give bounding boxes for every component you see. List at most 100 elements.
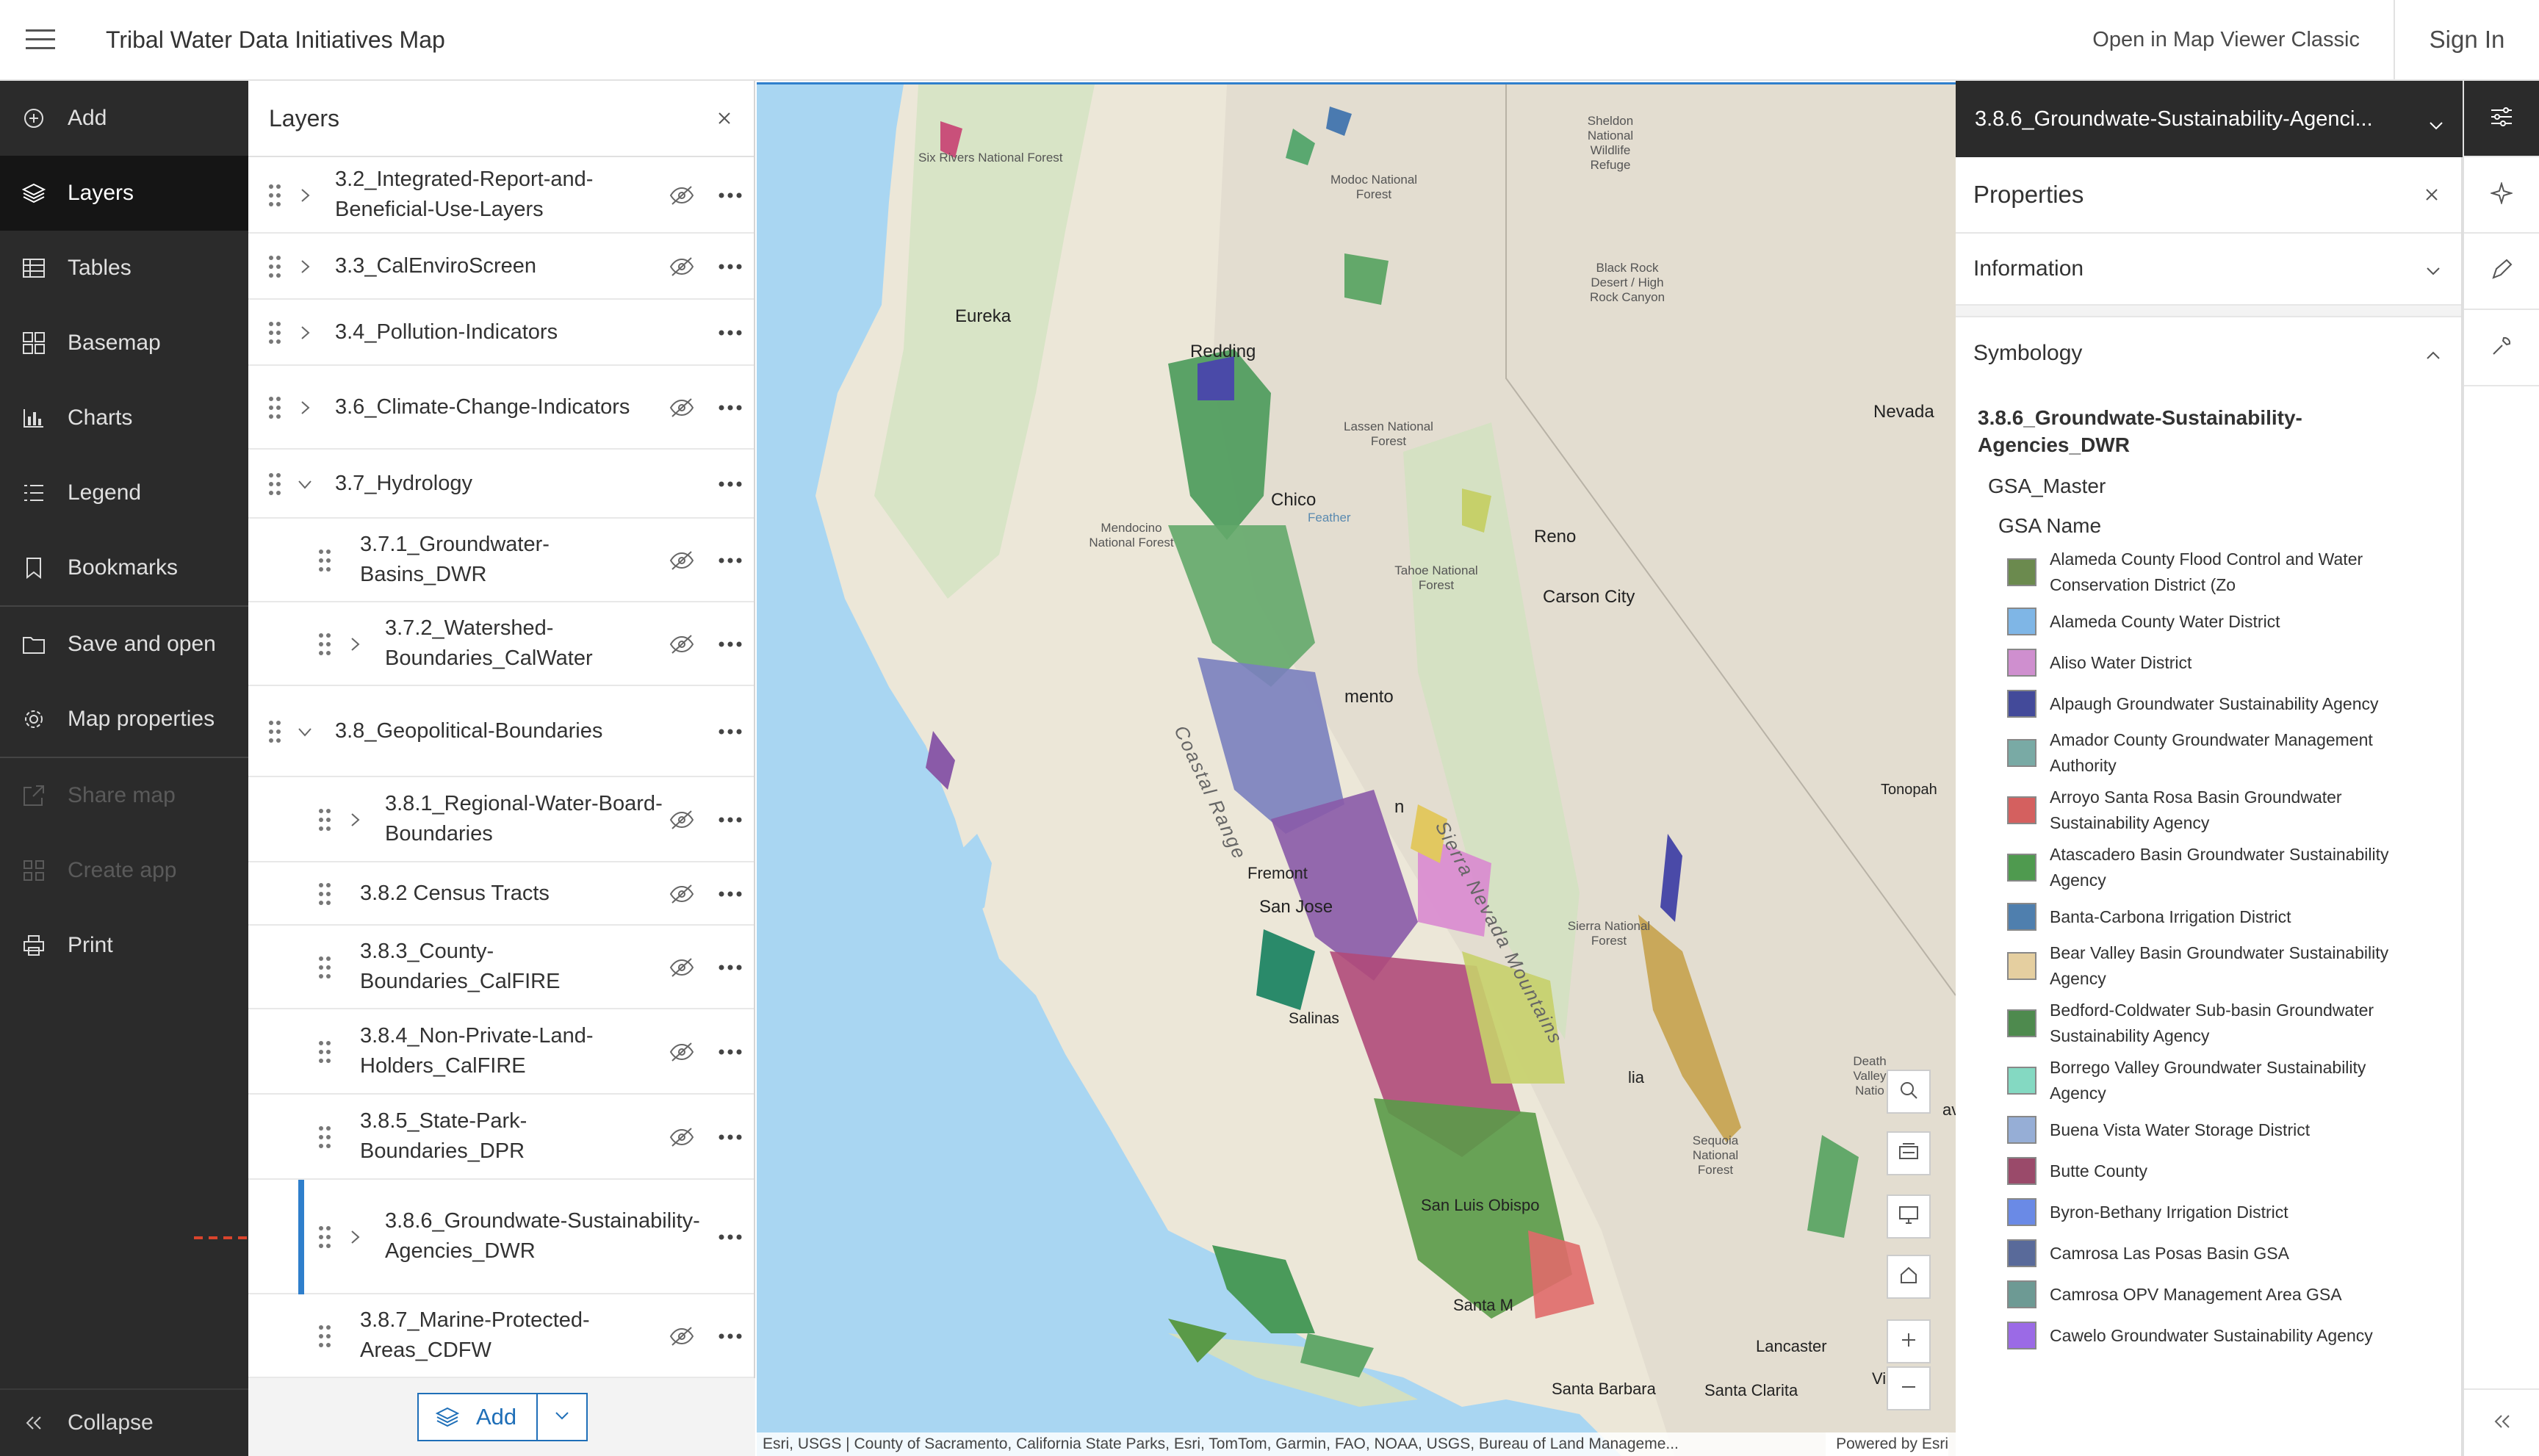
layer-row[interactable]: 3.8_Geopolitical-Boundaries <box>248 686 754 777</box>
symbology-item[interactable]: Bear Valley Basin Groundwater Sustainabi… <box>1956 937 2461 995</box>
symbology-item[interactable]: Buena Vista Water Storage District <box>1956 1109 2461 1150</box>
visibility-off-icon[interactable] <box>669 883 695 905</box>
visibility-off-icon[interactable] <box>669 809 695 831</box>
layer-row[interactable]: 3.7.1_Groundwater-Basins_DWR <box>248 519 754 602</box>
action-map-properties[interactable]: Map properties <box>0 682 248 757</box>
symbology-item[interactable]: Arroyo Santa Rosa Basin Groundwater Sust… <box>1956 782 2461 839</box>
color-swatch[interactable] <box>2007 1157 2036 1185</box>
drag-handle-icon[interactable] <box>317 547 332 574</box>
drag-handle-icon[interactable] <box>317 881 332 907</box>
chevron-right-icon[interactable] <box>347 1229 363 1245</box>
color-swatch[interactable] <box>2007 903 2036 931</box>
symbology-item[interactable]: Byron-Bethany Irrigation District <box>1956 1192 2461 1233</box>
drag-handle-icon[interactable] <box>267 394 282 421</box>
visibility-off-icon[interactable] <box>669 956 695 979</box>
color-swatch[interactable] <box>2007 608 2036 635</box>
chevron-down-icon[interactable] <box>297 476 313 492</box>
open-classic-link[interactable]: Open in Map Viewer Classic <box>2059 0 2394 80</box>
visibility-off-icon[interactable] <box>669 1126 695 1148</box>
chevron-right-icon[interactable] <box>297 259 313 275</box>
symbology-item[interactable]: Camrosa OPV Management Area GSA <box>1956 1274 2461 1315</box>
visibility-off-icon[interactable] <box>669 633 695 655</box>
information-section[interactable]: Information <box>1956 234 2461 306</box>
color-swatch[interactable] <box>2007 649 2036 677</box>
action-save-open[interactable]: Save and open <box>0 607 248 682</box>
chevron-down-icon[interactable] <box>297 724 313 740</box>
action-layers[interactable]: Layers <box>0 156 248 231</box>
chevron-right-icon[interactable] <box>297 187 313 203</box>
more-options-icon[interactable] <box>716 191 745 200</box>
more-options-icon[interactable] <box>716 1133 745 1142</box>
home-button[interactable] <box>1887 1255 1931 1299</box>
drag-handle-icon[interactable] <box>267 182 282 209</box>
more-options-icon[interactable] <box>716 403 745 412</box>
symbology-item[interactable]: Borrego Valley Groundwater Sustainabilit… <box>1956 1052 2461 1109</box>
more-options-icon[interactable] <box>716 890 745 898</box>
layer-selector-dropdown[interactable]: 3.8.6_Groundwate-Sustainability-Agenci..… <box>1956 81 2463 157</box>
layer-row[interactable]: 3.8.7_Marine-Protected-Areas_CDFW <box>248 1294 754 1378</box>
drag-handle-icon[interactable] <box>317 1323 332 1349</box>
more-options-icon[interactable] <box>716 815 745 824</box>
effects-tool-button[interactable] <box>2464 157 2539 234</box>
color-swatch[interactable] <box>2007 854 2036 882</box>
color-swatch[interactable] <box>2007 1239 2036 1267</box>
color-swatch[interactable] <box>2007 796 2036 824</box>
more-options-icon[interactable] <box>716 727 745 736</box>
search-map-button[interactable] <box>1887 1070 1931 1114</box>
action-bookmarks[interactable]: Bookmarks <box>0 530 248 605</box>
sketch-tool-button[interactable] <box>2464 234 2539 310</box>
more-options-icon[interactable] <box>716 262 745 271</box>
chevron-right-icon[interactable] <box>297 400 313 416</box>
collapse-tools-button[interactable] <box>2464 1388 2539 1456</box>
symbology-item[interactable]: Aliso Water District <box>1956 642 2461 683</box>
drag-handle-icon[interactable] <box>267 320 282 346</box>
color-swatch[interactable] <box>2007 1116 2036 1144</box>
close-icon[interactable] <box>2402 187 2461 202</box>
chevron-right-icon[interactable] <box>347 812 363 828</box>
symbology-item[interactable]: Alpaugh Groundwater Sustainability Agenc… <box>1956 683 2461 724</box>
visibility-off-icon[interactable] <box>669 1325 695 1347</box>
symbology-item[interactable]: Atascadero Basin Groundwater Sustainabil… <box>1956 839 2461 896</box>
layer-row[interactable]: 3.7_Hydrology <box>248 450 754 519</box>
color-swatch[interactable] <box>2007 690 2036 718</box>
more-options-icon[interactable] <box>716 1048 745 1056</box>
symbology-item[interactable]: Banta-Carbona Irrigation District <box>1956 896 2461 937</box>
drag-handle-icon[interactable] <box>267 718 282 745</box>
properties-tool-button[interactable] <box>2464 81 2539 157</box>
layer-row[interactable]: 3.3_CalEnviroScreen <box>248 234 754 300</box>
color-swatch[interactable] <box>2007 1067 2036 1095</box>
symbology-item[interactable]: Amador County Groundwater Management Aut… <box>1956 724 2461 782</box>
collapse-button[interactable]: Collapse <box>0 1388 248 1456</box>
more-options-icon[interactable] <box>716 1233 745 1241</box>
chevron-right-icon[interactable] <box>347 636 363 652</box>
visibility-off-icon[interactable] <box>669 256 695 278</box>
sign-in-button[interactable]: Sign In <box>2394 0 2539 80</box>
add-layer-button[interactable]: Add <box>417 1393 538 1441</box>
visibility-off-icon[interactable] <box>669 1041 695 1063</box>
action-print[interactable]: Print <box>0 908 248 983</box>
chevron-right-icon[interactable] <box>297 325 313 341</box>
map-view[interactable]: Six Rivers National Forest Modoc Nationa… <box>757 82 1956 1456</box>
action-tables[interactable]: Tables <box>0 231 248 306</box>
drag-handle-icon[interactable] <box>267 471 282 497</box>
symbology-item[interactable]: Alameda County Flood Control and Water C… <box>1956 544 2461 601</box>
configure-tool-button[interactable] <box>2464 310 2539 386</box>
symbology-item[interactable]: Cawelo Groundwater Sustainability Agency <box>1956 1315 2461 1356</box>
color-swatch[interactable] <box>2007 739 2036 767</box>
action-charts[interactable]: Charts <box>0 381 248 455</box>
symbology-section[interactable]: Symbology <box>1956 317 2461 389</box>
drag-handle-icon[interactable] <box>317 1224 332 1250</box>
symbology-item[interactable]: Bedford-Coldwater Sub-basin Groundwater … <box>1956 995 2461 1052</box>
add-dropdown-button[interactable] <box>536 1393 588 1441</box>
drag-handle-icon[interactable] <box>317 631 332 657</box>
symbology-item[interactable]: Butte County <box>1956 1150 2461 1192</box>
color-swatch[interactable] <box>2007 558 2036 586</box>
drag-handle-icon[interactable] <box>317 1039 332 1065</box>
more-options-icon[interactable] <box>716 1332 745 1341</box>
color-swatch[interactable] <box>2007 1280 2036 1308</box>
fullscreen-button[interactable] <box>1887 1194 1931 1239</box>
close-icon[interactable] <box>695 111 754 126</box>
more-options-icon[interactable] <box>716 328 745 337</box>
layer-row[interactable]: 3.7.2_Watershed-Boundaries_CalWater <box>248 602 754 686</box>
layer-row[interactable]: 3.6_Climate-Change-Indicators <box>248 366 754 450</box>
